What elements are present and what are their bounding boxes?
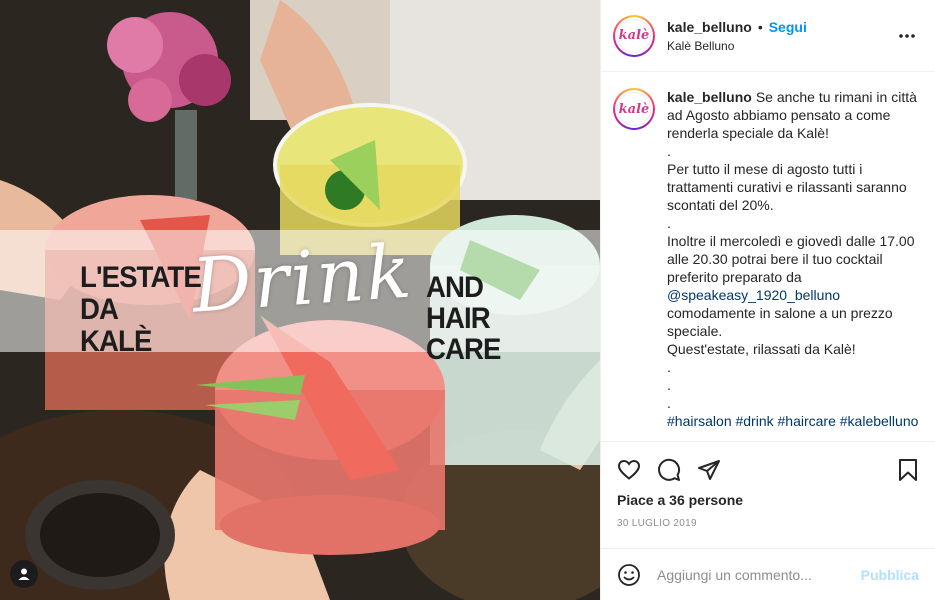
- post-caption: kale_belluno Se anche tu rimani in città …: [667, 88, 919, 441]
- caption-line: Quest'estate, rilassati da Kalè!: [667, 341, 856, 357]
- comment-input[interactable]: [657, 566, 861, 583]
- caption-line: Inoltre il mercoledì e giovedì dalle 17.…: [667, 233, 915, 285]
- post-header: kalè kale_belluno • Segui Kalè Belluno: [601, 0, 935, 72]
- user-icon: [18, 568, 30, 580]
- post-image[interactable]: L'ESTATE DA KALÈ Drink AND HAIR CARE: [0, 0, 600, 600]
- caption-line: .: [667, 215, 671, 231]
- caption-line: .: [667, 143, 671, 159]
- banner-right-line-1: AND: [426, 271, 484, 304]
- banner-left-text: L'ESTATE DA KALÈ: [80, 261, 202, 358]
- add-comment-bar: Pubblica: [601, 548, 935, 600]
- separator-dot: •: [757, 18, 763, 35]
- tagged-users-button[interactable]: [10, 560, 38, 588]
- emoji-button[interactable]: [617, 561, 645, 589]
- caption-line: comodamente in salone a un prezzo specia…: [667, 305, 893, 339]
- banner-left-line-2: DA KALÈ: [80, 293, 152, 358]
- caption-line: .: [667, 395, 671, 411]
- avatar[interactable]: kalè: [613, 14, 655, 57]
- avatar-logo: kalè: [617, 18, 651, 53]
- caption-line: .: [667, 377, 671, 393]
- follow-button[interactable]: Segui: [769, 19, 807, 35]
- mention-link[interactable]: @speakeasy_1920_belluno: [667, 286, 919, 304]
- more-options-button[interactable]: [895, 24, 919, 48]
- smiley-icon: [618, 563, 640, 586]
- save-button[interactable]: [879, 450, 919, 490]
- comment-button[interactable]: [657, 450, 697, 490]
- banner-left-line-1: L'ESTATE: [80, 261, 202, 294]
- post-actions: Piace a 36 persone 30 LUGLIO 2019: [601, 441, 935, 532]
- heart-icon: [617, 459, 641, 480]
- instagram-post: L'ESTATE DA KALÈ Drink AND HAIR CARE kal…: [0, 0, 935, 600]
- share-button[interactable]: [697, 450, 737, 490]
- hashtags-links[interactable]: #hairsalon #drink #haircare #kalebelluno: [667, 412, 919, 430]
- publish-button[interactable]: Pubblica: [861, 567, 919, 583]
- comment-icon: [658, 458, 681, 481]
- caption-line: kale_belluno Se anche tu rimani in città …: [667, 88, 919, 142]
- post-date[interactable]: 30 LUGLIO 2019: [617, 518, 919, 532]
- banner-right-text: AND HAIR CARE: [426, 272, 555, 365]
- more-horizontal-icon: [899, 33, 915, 38]
- caption-avatar[interactable]: kalè: [613, 88, 655, 130]
- banner-script-text: Drink: [189, 228, 416, 330]
- banner-right-line-2: HAIR CARE: [426, 302, 501, 366]
- comments-area[interactable]: kalè kale_belluno Se anche tu rimani in c…: [601, 72, 935, 441]
- caption-avatar-logo: kalè: [617, 92, 651, 126]
- caption-username[interactable]: kale_belluno: [667, 89, 752, 105]
- likes-count[interactable]: Piace a 36 persone: [617, 492, 919, 510]
- bookmark-icon: [899, 459, 917, 481]
- location-link[interactable]: Kalè Belluno: [667, 39, 895, 53]
- like-button[interactable]: [617, 450, 657, 490]
- post-side-panel: kalè kale_belluno • Segui Kalè Belluno k…: [600, 0, 935, 600]
- header-username[interactable]: kale_belluno: [667, 19, 752, 35]
- caption-line: .: [667, 359, 671, 375]
- send-icon: [698, 460, 720, 480]
- caption-line: Per tutto il mese di agosto tutti i trat…: [667, 161, 907, 213]
